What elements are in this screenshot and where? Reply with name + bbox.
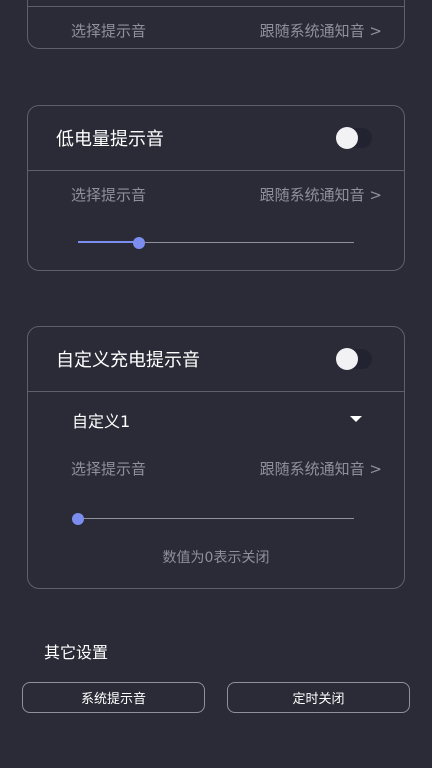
settings-page: 选择提示音 跟随系统通知音 > 低电量提示音 选择提示音 跟随系统通知音 > 自… <box>0 0 432 768</box>
custom-charge-select-sound-row[interactable]: 选择提示音 跟随系统通知音 > <box>71 458 382 482</box>
custom-charge-title: 自定义充电提示音 <box>56 350 200 371</box>
top-card-divider <box>28 0 404 7</box>
low-battery-header: 低电量提示音 <box>28 106 404 171</box>
custom-charge-card: 自定义充电提示音 自定义1 选择提示音 跟随系统通知音 > 数值为0表示关闭 <box>27 326 405 589</box>
slider-thumb[interactable] <box>132 237 145 249</box>
select-sound-label: 选择提示音 <box>71 186 147 204</box>
slider-fill <box>78 241 139 243</box>
select-sound-label: 选择提示音 <box>71 22 147 40</box>
chevron-down-icon <box>350 416 362 422</box>
preset-value: 自定义1 <box>72 412 131 431</box>
preset-dropdown[interactable]: 自定义1 <box>72 408 362 434</box>
low-battery-volume-slider[interactable] <box>78 236 354 250</box>
timer-off-button[interactable]: 定时关闭 <box>227 682 410 713</box>
low-battery-select-sound-row[interactable]: 选择提示音 跟随系统通知音 > <box>71 184 382 208</box>
slider-thumb[interactable] <box>72 513 84 525</box>
select-sound-value[interactable]: 跟随系统通知音 > <box>260 20 382 41</box>
top-sound-card: 选择提示音 跟随系统通知音 > <box>27 0 405 49</box>
select-sound-value[interactable]: 跟随系统通知音 > <box>260 184 382 205</box>
select-sound-label: 选择提示音 <box>71 460 147 478</box>
select-sound-value[interactable]: 跟随系统通知音 > <box>260 458 382 479</box>
toggle-knob <box>336 127 358 149</box>
custom-charge-toggle[interactable] <box>336 348 372 370</box>
custom-charge-header: 自定义充电提示音 <box>28 327 404 392</box>
other-settings-title: 其它设置 <box>44 643 109 662</box>
system-sound-button[interactable]: 系统提示音 <box>22 682 205 713</box>
low-battery-title: 低电量提示音 <box>56 129 164 150</box>
volume-hint: 数值为0表示关闭 <box>162 550 270 566</box>
slider-track <box>78 518 354 519</box>
custom-charge-volume-slider[interactable] <box>72 512 354 526</box>
toggle-knob <box>336 348 358 370</box>
low-battery-card: 低电量提示音 选择提示音 跟随系统通知音 > <box>27 105 405 271</box>
top-select-sound-row[interactable]: 选择提示音 跟随系统通知音 > <box>71 20 382 44</box>
low-battery-toggle[interactable] <box>336 127 372 149</box>
